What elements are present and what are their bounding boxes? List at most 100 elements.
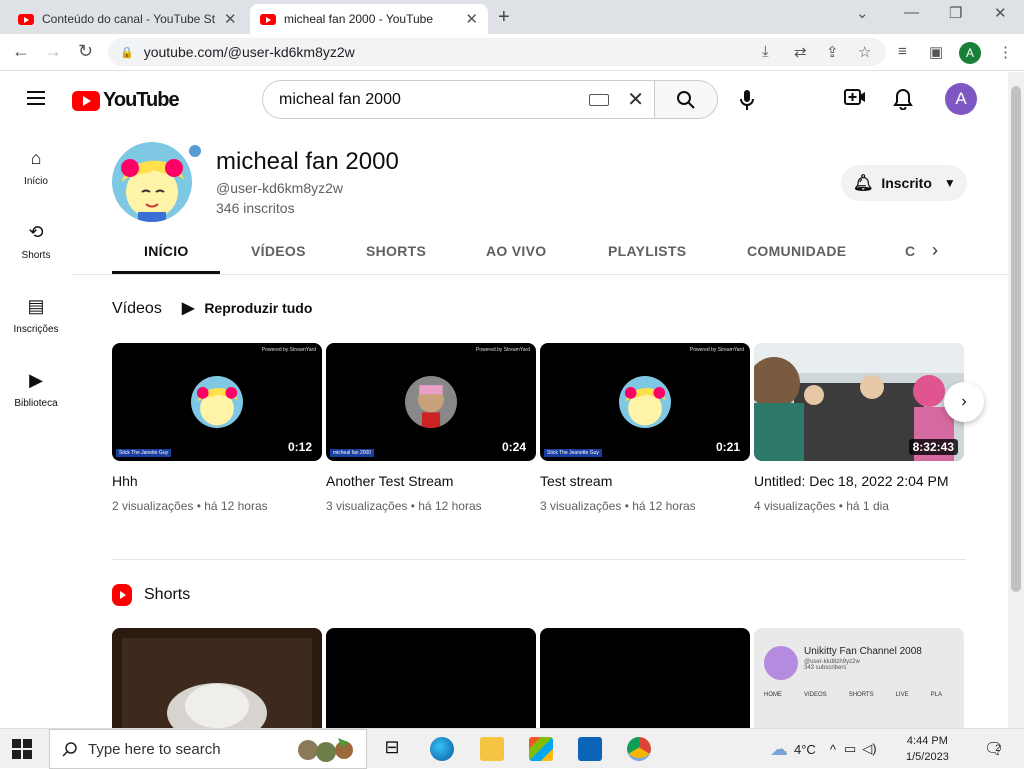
short-thumbnail[interactable] xyxy=(540,628,750,728)
scrollbar-thumb[interactable] xyxy=(1011,86,1021,592)
shorts-section-title[interactable]: Shorts xyxy=(112,584,190,606)
channel-avatar[interactable] xyxy=(112,142,192,222)
windows-start-icon[interactable] xyxy=(12,739,32,759)
microsoft-store-icon[interactable] xyxy=(529,737,553,761)
side-panel-icon[interactable]: ▣ xyxy=(929,43,943,61)
video-title[interactable]: Another Test Stream xyxy=(326,471,536,491)
guide-label: Início xyxy=(24,176,48,187)
new-tab-icon[interactable]: + xyxy=(498,6,510,29)
preview-tab: SHORTS xyxy=(848,692,874,698)
video-card[interactable]: 8:32:43 Untitled: Dec 18, 2022 2:04 PM 4… xyxy=(754,343,964,513)
video-thumbnail[interactable]: Stick The Jeanette Guy Powered by Stream… xyxy=(540,343,750,461)
video-card[interactable]: micheal fan 2000 Powered by StreamYard 0… xyxy=(326,343,536,513)
close-tab-icon[interactable]: ✕ xyxy=(465,10,478,28)
chrome-icon[interactable] xyxy=(627,737,651,761)
youtube-logo-icon xyxy=(72,90,100,111)
view-count: 2 visualizações xyxy=(112,499,194,513)
tab-live[interactable]: AO VIVO xyxy=(486,243,546,259)
taskbar-search-box[interactable]: Type here to search xyxy=(49,729,367,769)
weather-temperature[interactable]: 4°C xyxy=(794,742,816,757)
bookmark-star-icon[interactable]: ☆ xyxy=(858,43,871,61)
minimize-icon[interactable]: — xyxy=(904,4,919,21)
restore-icon[interactable]: ❐ xyxy=(949,4,962,22)
translate-icon[interactable]: ⇄ xyxy=(794,43,807,61)
youtube-logo[interactable]: YouTube xyxy=(72,89,180,112)
edge-browser-icon[interactable] xyxy=(430,737,454,761)
video-title[interactable]: Untitled: Dec 18, 2022 2:04 PM xyxy=(754,471,964,491)
show-hidden-icons-chevron-icon[interactable]: ^ xyxy=(830,742,836,757)
notifications-bell-icon[interactable] xyxy=(893,88,913,116)
clock-time: 4:44 PM xyxy=(906,735,948,747)
tab-shorts[interactable]: SHORTS xyxy=(366,243,426,259)
subscribed-button[interactable]: 🔔︎ Inscrito ▼ xyxy=(841,165,967,201)
subscribed-label: Inscrito xyxy=(881,175,932,191)
reading-list-icon[interactable]: ≡ xyxy=(898,43,907,60)
keyboard-icon[interactable] xyxy=(589,93,610,106)
guide-item-library[interactable]: ▶ Biblioteca xyxy=(0,370,72,409)
video-thumbnail[interactable]: 8:32:43 xyxy=(754,343,964,461)
play-icon: ▶ xyxy=(182,300,195,317)
voice-search-button[interactable] xyxy=(728,80,766,118)
browser-profile-avatar[interactable]: A xyxy=(959,42,981,64)
mail-icon[interactable] xyxy=(578,737,602,761)
duration-badge: 0:21 xyxy=(711,439,744,455)
short-channel-preview: Unikitty Fan Channel 2008 @user-kkd8zh9y… xyxy=(764,646,964,680)
taskbar-clock[interactable]: 4:44 PM 1/5/2023 xyxy=(906,733,949,765)
page-scrollbar[interactable] xyxy=(1008,72,1024,728)
video-meta: 4 visualizações • há 1 dia xyxy=(754,499,889,513)
clear-search-icon[interactable]: ✕ xyxy=(627,87,644,112)
video-card[interactable]: Stick The Janette Guy Powered by StreamY… xyxy=(112,343,322,513)
weather-cloud-icon[interactable]: ☁ xyxy=(770,739,788,760)
forward-icon[interactable]: → xyxy=(44,41,62,62)
tab-videos[interactable]: VÍDEOS xyxy=(251,243,306,259)
file-explorer-icon[interactable] xyxy=(480,737,504,761)
account-avatar[interactable]: A xyxy=(945,83,977,115)
tab-home[interactable]: INÍCIO xyxy=(144,243,189,259)
close-tab-icon[interactable]: ✕ xyxy=(224,10,237,28)
tab-channels[interactable]: C xyxy=(905,243,915,259)
short-thumbnail[interactable]: Unikitty Fan Channel 2008 @user-kkd8zh9y… xyxy=(754,628,964,728)
install-app-icon[interactable]: ⤓ xyxy=(762,43,769,60)
short-thumbnail[interactable] xyxy=(112,628,322,728)
video-card[interactable]: Stick The Jeanette Guy Powered by Stream… xyxy=(540,343,750,513)
streamyard-watermark: Powered by StreamYard xyxy=(689,347,744,353)
create-video-icon[interactable] xyxy=(844,88,866,112)
videos-section-title[interactable]: Vídeos xyxy=(112,300,162,318)
search-input[interactable]: micheal fan 2000 ✕ xyxy=(262,80,655,119)
video-title[interactable]: Hhh xyxy=(112,471,322,491)
video-thumbnail[interactable]: Stick The Janette Guy Powered by StreamY… xyxy=(112,343,322,461)
menu-icon[interactable] xyxy=(27,91,45,105)
streamyard-watermark: Powered by StreamYard xyxy=(475,347,530,353)
shorts-title-text: Shorts xyxy=(144,586,191,603)
microphone-icon xyxy=(740,90,754,111)
notification-center-icon[interactable]: 🗨︎2 xyxy=(984,739,1009,759)
guide-item-home[interactable]: ⌂ Início xyxy=(0,148,72,187)
browser-tab[interactable]: Conteúdo do canal - YouTube St ✕ xyxy=(8,4,248,34)
share-icon[interactable]: ⇪ xyxy=(826,43,839,61)
search-button[interactable] xyxy=(654,80,718,119)
video-title[interactable]: Test stream xyxy=(540,471,750,491)
back-icon[interactable]: ← xyxy=(12,41,30,62)
tab-search-chevron-icon[interactable]: ⌄ xyxy=(856,4,869,22)
short-thumbnail[interactable] xyxy=(326,628,536,728)
browser-tab-strip: Conteúdo do canal - YouTube St ✕ micheal… xyxy=(0,0,1024,34)
tab-community[interactable]: COMUNIDADE xyxy=(747,243,846,259)
view-count: 4 visualizações xyxy=(754,499,836,513)
video-thumbnail[interactable]: micheal fan 2000 Powered by StreamYard 0… xyxy=(326,343,536,461)
browser-tab-active[interactable]: micheal fan 2000 - YouTube ✕ xyxy=(250,4,488,34)
carousel-next-chevron-icon[interactable]: › xyxy=(944,382,984,422)
play-all-button[interactable]: ▶ Reproduzir tudo xyxy=(182,298,312,318)
task-view-icon[interactable]: ⊟ xyxy=(380,737,404,761)
notification-count: 2 xyxy=(995,743,1001,753)
window-close-icon[interactable]: ✕ xyxy=(994,4,1007,22)
volume-icon[interactable]: ◁) xyxy=(862,741,876,757)
network-icon[interactable]: ▭ xyxy=(844,741,856,757)
tabs-next-chevron-icon[interactable]: › xyxy=(932,240,938,261)
browser-menu-icon[interactable]: ⋮ xyxy=(998,43,1013,61)
channel-handle: @user-kd6km8yz2w xyxy=(216,180,344,196)
tab-playlists[interactable]: PLAYLISTS xyxy=(608,243,686,259)
guide-item-subscriptions[interactable]: ▤ Inscrições xyxy=(0,296,72,335)
reload-icon[interactable]: ↻ xyxy=(78,41,93,62)
url-field[interactable]: 🔒 youtube.com/@user-kd6km8yz2w xyxy=(108,38,886,66)
guide-item-shorts[interactable]: ⟲ Shorts xyxy=(0,222,72,261)
